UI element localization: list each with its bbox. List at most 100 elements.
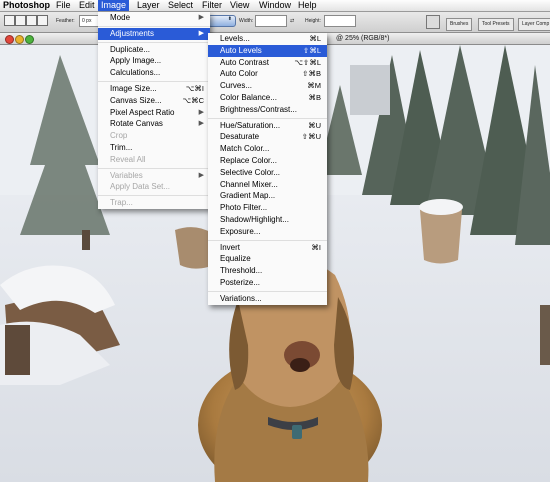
adjust-item-posterize[interactable]: Posterize...: [208, 277, 327, 289]
adjust-item-curves[interactable]: Curves... ⌘M: [208, 80, 327, 92]
adjust-item-desaturate[interactable]: Desaturate ⇧⌘U: [208, 131, 327, 143]
menu-item-reveal-all: Reveal All: [98, 154, 210, 166]
menu-item-label: Adjustments: [110, 28, 155, 38]
menu-item-label: Hue/Saturation...: [220, 120, 281, 130]
intersect-selection-icon[interactable]: [37, 15, 48, 26]
menu-view[interactable]: View: [227, 0, 252, 11]
feather-label: Feather:: [56, 18, 75, 24]
adjust-item-replace-color[interactable]: Replace Color...: [208, 155, 327, 167]
menu-item-label: Apply Image...: [110, 56, 162, 66]
adjust-item-selective-color[interactable]: Selective Color...: [208, 167, 327, 179]
adjust-item-auto-color[interactable]: Auto Color ⇧⌘B: [208, 68, 327, 80]
adjust-item-photo-filter[interactable]: Photo Filter...: [208, 202, 327, 214]
adjust-item-auto-contrast[interactable]: Auto Contrast ⌥⇧⌘L: [208, 57, 327, 69]
menu-item-label: Invert: [220, 242, 241, 252]
menu-item-crop: Crop: [98, 130, 210, 142]
adjust-item-auto-levels[interactable]: Auto Levels ⇧⌘L: [208, 44, 327, 57]
swap-icon[interactable]: ⇄: [290, 18, 294, 24]
adjust-item-hue-saturation[interactable]: Hue/Saturation... ⌘U: [208, 120, 327, 132]
menu-item-calculations[interactable]: Calculations...: [98, 67, 210, 79]
menu-select[interactable]: Select: [165, 0, 196, 11]
submenu-arrow-icon: ▶: [198, 14, 204, 21]
menu-item-label: Posterize...: [220, 277, 261, 287]
feather-field[interactable]: 0 px: [79, 15, 99, 27]
shortcut-label: ⇧⌘B: [302, 69, 321, 79]
menu-filter[interactable]: Filter: [199, 0, 225, 11]
menu-layer[interactable]: Layer: [134, 0, 163, 11]
submenu-arrow-icon: ▶: [198, 171, 204, 179]
new-selection-icon[interactable]: [4, 15, 15, 26]
shortcut-label: ⌘L: [309, 34, 321, 43]
menu-window[interactable]: Window: [256, 0, 294, 11]
width-label: Width:: [239, 18, 254, 24]
menu-item-label: Shadow/Highlight...: [220, 214, 289, 224]
menu-item-label: Auto Contrast: [220, 57, 269, 67]
menu-edit[interactable]: Edit: [76, 0, 98, 11]
adjust-item-shadow-highlight[interactable]: Shadow/Highlight...: [208, 214, 327, 226]
menu-item-label: Reveal All: [110, 154, 146, 164]
menu-item-rotate-canvas[interactable]: Rotate Canvas ▶: [98, 118, 210, 130]
adjust-item-variations[interactable]: Variations...: [208, 293, 327, 305]
submenu-arrow-icon: ▶: [198, 120, 204, 128]
adjust-item-invert[interactable]: Invert ⌘I: [208, 242, 327, 254]
shortcut-label: ⌘B: [308, 92, 321, 102]
add-selection-icon[interactable]: [15, 15, 26, 26]
adjust-item-threshold[interactable]: Threshold...: [208, 265, 327, 277]
adjust-item-channel-mixer[interactable]: Channel Mixer...: [208, 179, 327, 191]
menu-file[interactable]: File: [53, 0, 74, 11]
zoom-window-icon[interactable]: [25, 35, 34, 44]
menu-item-label: Color Balance...: [220, 92, 277, 102]
shortcut-label: ⇧⌘U: [301, 132, 321, 142]
menu-item-mode[interactable]: Mode ▶: [98, 12, 210, 24]
close-window-icon[interactable]: [5, 35, 14, 44]
menu-photoshop[interactable]: Photoshop: [0, 0, 53, 11]
width-field[interactable]: [255, 15, 287, 27]
menu-item-label: Canvas Size...: [110, 95, 162, 105]
height-field[interactable]: [324, 15, 356, 27]
shortcut-label: ⌘M: [307, 81, 321, 91]
menu-item-label: Channel Mixer...: [220, 179, 278, 189]
tab-brushes[interactable]: Brushes: [446, 18, 473, 31]
adjust-item-levels[interactable]: Levels... ⌘L: [208, 33, 327, 45]
menu-item-pixel-aspect-ratio[interactable]: Pixel Aspect Ratio ▶: [98, 107, 210, 119]
menu-item-trim[interactable]: Trim...: [98, 142, 210, 154]
menu-help[interactable]: Help: [295, 0, 320, 11]
adjust-item-gradient-map[interactable]: Gradient Map...: [208, 190, 327, 202]
menu-item-adjustments[interactable]: Adjustments ▶: [98, 27, 210, 40]
adjust-item-match-color[interactable]: Match Color...: [208, 143, 327, 155]
menu-image[interactable]: Image: [98, 0, 130, 11]
menu-item-label: Photo Filter...: [220, 203, 268, 213]
adjustments-submenu: Levels... ⌘L Auto Levels ⇧⌘L Auto Contrast ⌥⇧…: [208, 33, 327, 305]
tab-tool-presets[interactable]: Tool Presets: [478, 18, 514, 31]
menu-item-label: Threshold...: [220, 266, 263, 276]
menu-item-label: Levels...: [220, 34, 250, 43]
shortcut-label: ⌥⌘C: [182, 95, 204, 105]
menu-item-trap: Trap...: [98, 197, 210, 209]
height-label: Height:: [305, 18, 321, 24]
menu-item-label: Selective Color...: [220, 167, 281, 177]
menu-item-canvas-size[interactable]: Canvas Size... ⌥⌘C: [98, 95, 210, 107]
menu-item-label: Exposure...: [220, 226, 261, 236]
menu-item-label: Crop: [110, 131, 128, 141]
palette-well-icon[interactable]: [426, 15, 440, 29]
menu-item-duplicate[interactable]: Duplicate...: [98, 44, 210, 56]
menu-item-label: Pixel Aspect Ratio: [110, 107, 175, 117]
shortcut-label: ⌘I: [311, 242, 321, 252]
shortcut-label: ⌘U: [308, 120, 321, 130]
adjust-item-equalize[interactable]: Equalize: [208, 253, 327, 265]
subtract-selection-icon[interactable]: [26, 15, 37, 26]
menu-item-label: Auto Levels: [220, 45, 262, 55]
tab-layer-comps[interactable]: Layer Comp: [518, 18, 550, 31]
menu-item-apply-image[interactable]: Apply Image...: [98, 55, 210, 67]
image-menu: Mode ▶ Adjustments ▶ Duplicate... Apply Image…: [98, 12, 210, 209]
menu-item-variables: Variables ▶: [98, 170, 210, 182]
menubar: Photoshop File Edit Image Layer Select F…: [0, 0, 550, 12]
adjust-item-brightness-contrast[interactable]: Brightness/Contrast...: [208, 104, 327, 116]
options-bar: Feather: 0 px ⬍ Width: ⇄ Height: Brushes…: [0, 12, 550, 33]
adjust-item-color-balance[interactable]: Color Balance... ⌘B: [208, 92, 327, 104]
adjust-item-exposure[interactable]: Exposure...: [208, 226, 327, 238]
shortcut-label: ⌥⌘I: [185, 83, 204, 93]
menu-item-image-size[interactable]: Image Size... ⌥⌘I: [98, 83, 210, 95]
minimize-window-icon[interactable]: [15, 35, 24, 44]
style-select[interactable]: ⬍: [208, 15, 236, 27]
